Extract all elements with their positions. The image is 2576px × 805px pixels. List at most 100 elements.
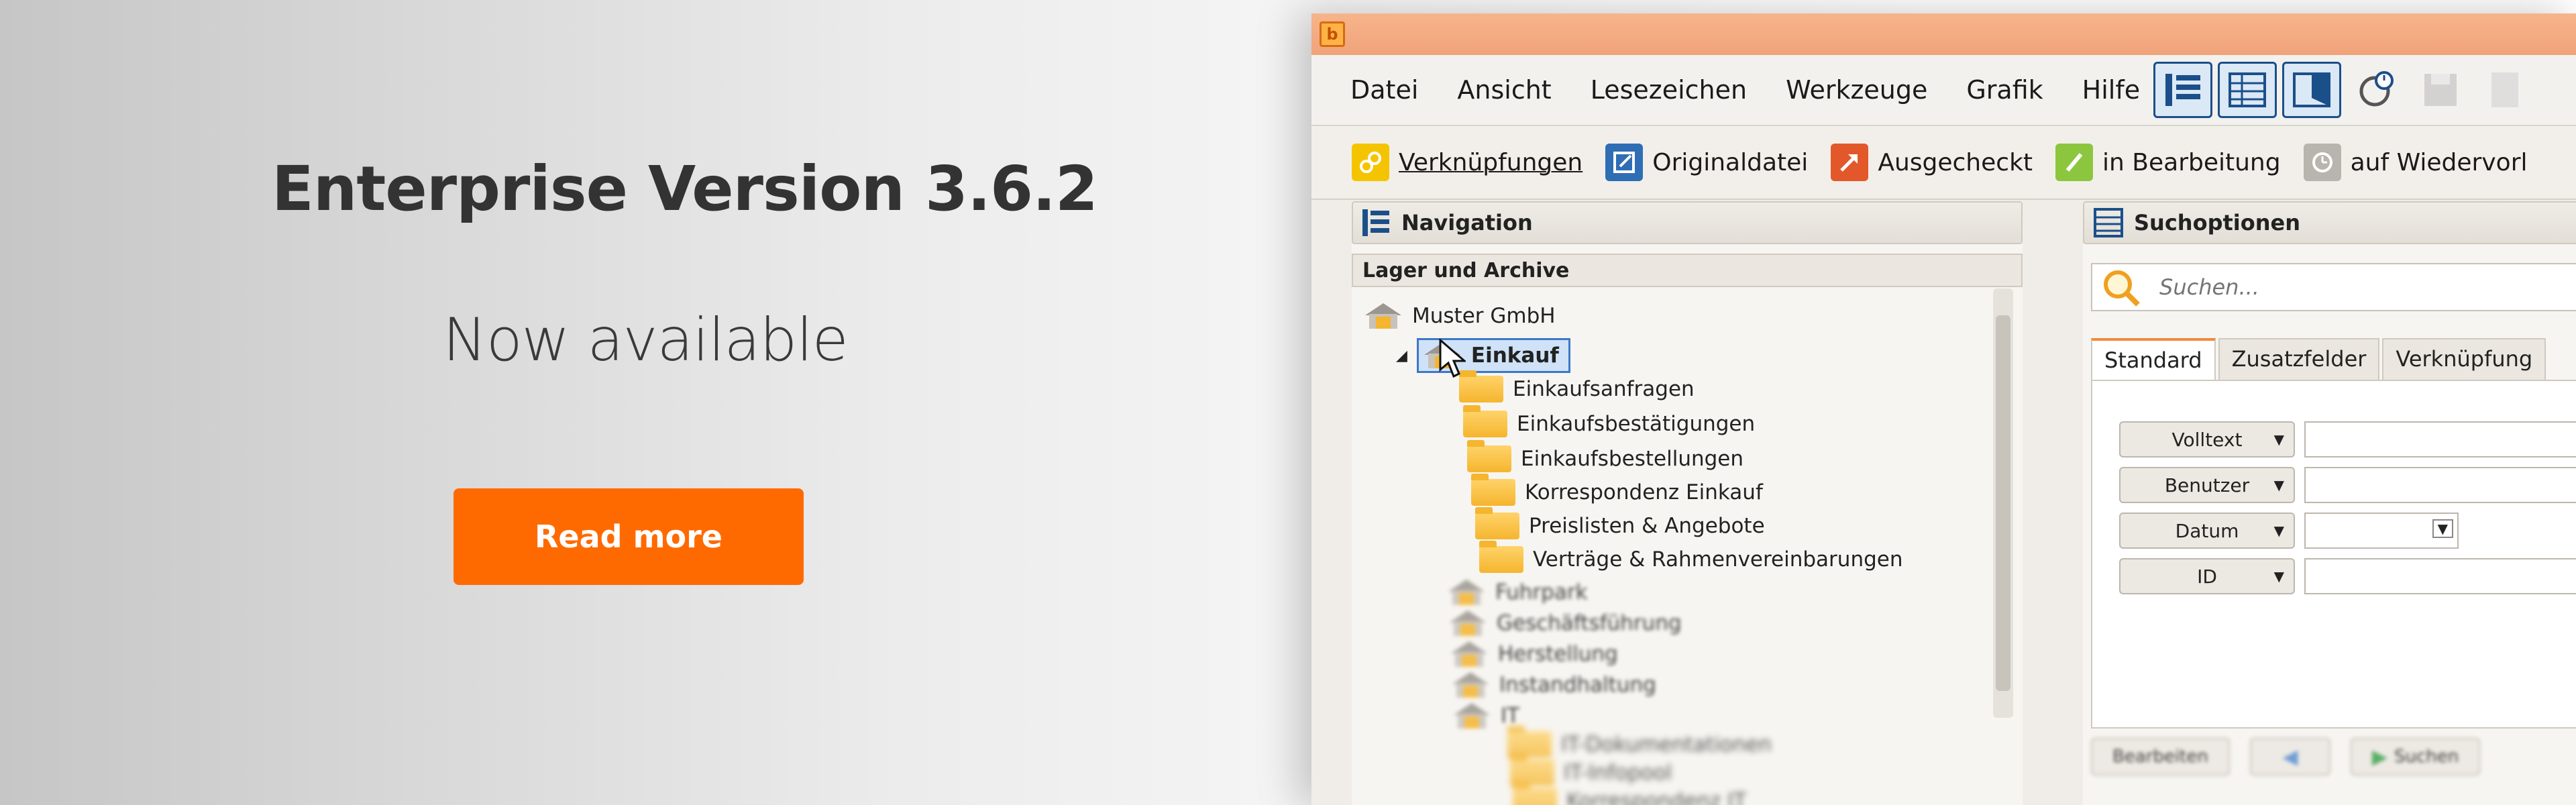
tree-item-child[interactable]: Verträge & Rahmenvereinbarungen [1479,541,1903,573]
tab-verknuepfung[interactable]: Verknüpfung [2382,338,2546,380]
window-titlebar: b [1311,13,2576,55]
tree-item-child[interactable]: IT-Infopool [1510,754,1672,786]
datum-input[interactable]: ▼ [2304,513,2459,549]
tree-item-child[interactable]: Einkaufsanfragen [1459,370,1695,402]
id-input[interactable] [2304,558,2576,594]
tree-item-label: Einkauf [1470,343,1559,368]
folder-icon [1475,507,1519,539]
scrollbar-thumb[interactable] [1996,315,2010,691]
field-label: Datum [2175,519,2239,542]
folder-icon [1471,474,1515,506]
field-row-volltext: Volltext ▼ [2119,421,2576,458]
search-options-panel: Suchoptionen Standard Zusatzfelder Verkn… [2083,201,2576,805]
toolbar-label: auf Wiedervorl [2350,148,2528,176]
storage-house-icon [1446,578,1487,606]
search-tabs: Standard Zusatzfelder Verknüpfung [2091,338,2576,380]
menu-datei[interactable]: Datei [1350,75,1418,105]
tab-zusatzfelder[interactable]: Zusatzfelder [2218,338,2380,380]
back-arrow-button[interactable]: ◀ [2249,738,2330,775]
tree-view-icon[interactable] [2153,62,2212,118]
chevron-down-icon[interactable]: ▼ [2432,519,2453,538]
hero-subtitle: Now available [443,305,849,374]
benutzer-dropdown[interactable]: Benutzer ▼ [2119,467,2295,503]
chevron-down-icon: ▼ [2273,568,2284,584]
tree-item-child[interactable]: Korrespondenz IT [1513,782,1746,805]
tree-item-label: IT [1501,704,1520,728]
tree-item-child[interactable]: Einkaufsbestätigungen [1463,405,1756,437]
tree-item-label: Einkaufsanfragen [1513,377,1695,401]
volltext-dropdown[interactable]: Volltext ▼ [2119,421,2295,458]
pencil-icon [2055,144,2094,181]
toolbar-originaldatei[interactable]: Originaldatei [1605,144,1808,181]
toolbar-ausgecheckt[interactable]: Ausgecheckt [1831,144,2033,181]
tree-item-label: Geschäftsführung [1497,611,1682,635]
folder-icon [1467,440,1511,472]
benutzer-input[interactable] [2304,467,2576,503]
datum-dropdown[interactable]: Datum ▼ [2119,513,2295,549]
edit-box-icon [1605,144,1644,181]
tree-item-child[interactable]: Einkaufsbestellungen [1467,440,1744,472]
storage-house-icon [1447,609,1489,637]
collapse-arrow-icon[interactable]: ◢ [1396,347,1407,364]
tab-standard[interactable]: Standard [2091,338,2216,380]
search-input[interactable] [2159,274,2562,300]
tree-item-child[interactable]: Korrespondenz Einkauf [1471,474,1763,506]
menu-ansicht[interactable]: Ansicht [1457,75,1551,105]
link-icon [1352,144,1389,181]
tree-item-label: Muster GmbH [1412,304,1556,328]
menu-grafik[interactable]: Grafik [1966,75,2043,105]
tree-item-selected[interactable]: ◢ Einkauf [1396,338,1570,373]
menu-bar: Datei Ansicht Lesezeichen Werkzeuge Graf… [1311,55,2576,126]
search-actions: Bearbeiten ◀ ▶ Suchen [2091,738,2481,775]
tree-item-label: Verträge & Rahmenvereinbarungen [1533,547,1903,572]
hero-title: Enterprise Version 3.6.2 [272,153,1098,225]
toolbar-label: in Bearbeitung [2102,148,2281,176]
menu-werkzeuge[interactable]: Werkzeuge [1786,75,1927,105]
folder-icon [1463,405,1507,437]
table-view-icon[interactable] [2218,62,2277,118]
tree-item-child[interactable]: Preislisten & Angebote [1475,507,1765,539]
chevron-down-icon: ▼ [2273,431,2284,447]
save-icon[interactable] [2411,62,2470,118]
tree-item-label: Einkaufsbestätigungen [1517,412,1756,436]
storage-house-icon [1450,671,1491,699]
toolbar-in-bearbeitung[interactable]: in Bearbeitung [2055,144,2281,181]
storage-house-icon [1451,702,1493,730]
menu-lesezeichen[interactable]: Lesezeichen [1591,75,1747,105]
toolbar-label: Ausgecheckt [1878,148,2033,176]
split-view-icon[interactable] [2282,62,2341,118]
tree-item-child[interactable]: IT-Dokumentationen [1507,726,1772,758]
field-label: Volltext [2171,428,2243,451]
tree-item-group[interactable]: Fuhrpark [1446,578,1588,606]
read-more-button[interactable]: Read more [453,488,804,585]
edit-button[interactable]: Bearbeiten [2091,738,2230,775]
field-row-datum: Datum ▼ ▼ [2119,513,2459,549]
chevron-down-icon: ▼ [2273,523,2284,539]
tree-item-label: Instandhaltung [1499,673,1656,697]
volltext-input[interactable] [2304,421,2576,458]
gear-clock-icon[interactable] [2347,62,2406,118]
toolbar-label: Verknüpfungen [1399,148,1583,176]
tree-item-group[interactable]: Herstellung [1448,640,1618,668]
pdf-icon[interactable] [2475,62,2534,118]
tree-item-label: Einkaufsbestellungen [1521,447,1744,471]
tree-item-root[interactable]: Muster GmbH [1362,302,1556,330]
storage-house-icon [1448,640,1490,668]
id-dropdown[interactable]: ID ▼ [2119,558,2295,594]
tree-item-group[interactable]: Instandhaltung [1450,671,1656,699]
play-icon: ▶ [2371,745,2387,769]
app-logo-icon: b [1320,21,1345,47]
tree-item-group[interactable]: Geschäftsführung [1447,609,1682,637]
archive-section-header: Lager und Archive [1352,254,2023,287]
tree-scrollbar[interactable] [1993,288,2013,718]
table-view-icon [2094,208,2123,237]
search-button-label: Suchen [2394,747,2459,767]
tree-item-label: IT-Dokumentationen [1561,733,1772,757]
toolbar-auf-wiedervorlage[interactable]: auf Wiedervorl [2303,144,2528,181]
menu-hilfe[interactable]: Hilfe [2082,75,2140,105]
tree-item-label: Herstellung [1498,642,1618,666]
field-row-id: ID ▼ [2119,558,2576,594]
search-button[interactable]: ▶ Suchen [2350,738,2481,775]
search-icon[interactable] [2098,266,2146,309]
toolbar-verknuepfungen[interactable]: Verknüpfungen [1352,144,1582,181]
